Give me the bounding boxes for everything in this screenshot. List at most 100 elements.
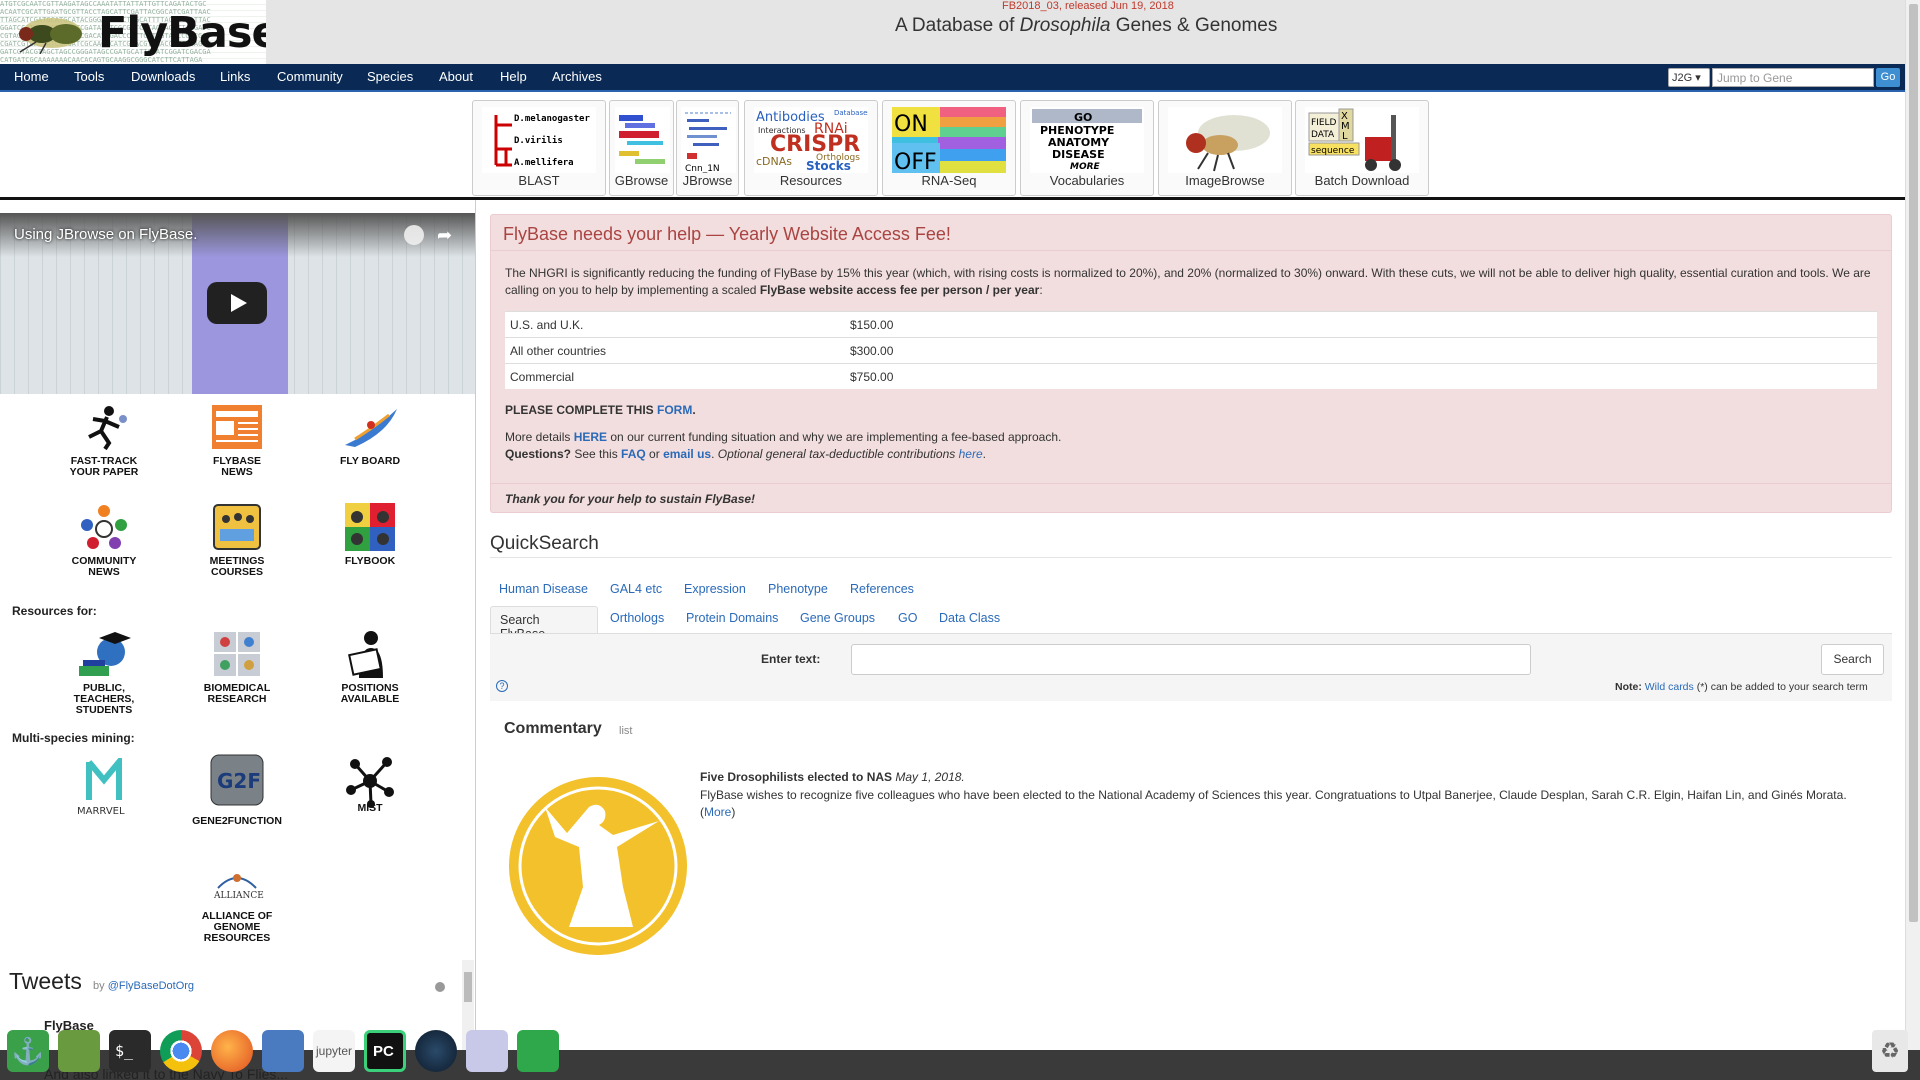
jump-to-gene-input[interactable]: Jump to Gene — [1712, 68, 1874, 87]
q-or: or — [645, 447, 664, 461]
nav-species[interactable]: Species — [367, 69, 413, 84]
play-button-icon[interactable] — [207, 282, 267, 324]
tile-flybase-news[interactable]: FLYBASE NEWS — [170, 403, 304, 478]
tab-orthologs[interactable]: Orthologs — [610, 611, 664, 625]
page-scrollbar[interactable] — [1905, 0, 1920, 1050]
alliance-logo-text: ALLIANCE — [213, 891, 264, 901]
tab-phenotype[interactable]: Phenotype — [768, 582, 828, 596]
nav-help[interactable]: Help — [500, 69, 527, 84]
tile-community-news[interactable]: COMMUNITY NEWS — [37, 503, 171, 578]
steam-icon[interactable] — [415, 1030, 457, 1072]
tile-mist[interactable]: MIST — [303, 754, 437, 814]
tile-alliance[interactable]: ALLIANCE ALLIANCE OF GENOME RESOURCES — [170, 866, 304, 944]
nav-community[interactable]: Community — [277, 69, 343, 84]
tab-gene-groups[interactable]: Gene Groups — [800, 611, 875, 625]
tool-blast[interactable]: D.melanogaster D.virilis A.mellifera BLA… — [472, 100, 606, 196]
tab-references[interactable]: References — [850, 582, 914, 596]
email-us-link[interactable]: email us — [663, 447, 711, 461]
tab-search-flybase[interactable]: Search FlyBase — [490, 606, 598, 641]
tweets-handle-link[interactable]: @FlyBaseDotOrg — [108, 980, 194, 992]
jbrowse-gene-text: Cnn_1N — [685, 164, 720, 173]
tab-data-class[interactable]: Data Class — [939, 611, 1000, 625]
tool-resources[interactable]: Antibodies Databases Interactions RNAi C… — [744, 100, 878, 196]
files-icon[interactable] — [58, 1030, 100, 1072]
chrome-icon[interactable] — [160, 1030, 202, 1072]
tile-fast-track[interactable]: FAST-TRACK YOUR PAPER — [37, 403, 171, 478]
nav-links[interactable]: Links — [220, 69, 250, 84]
tool-rnaseq[interactable]: ON OFF RNA-Seq — [882, 100, 1016, 196]
left-panel-divider — [475, 200, 476, 1080]
fee-amount: $300.00 — [850, 344, 894, 358]
news-headline: Five Drosophilists elected to NAS May 1,… — [700, 770, 965, 784]
tile-biomedical-research[interactable]: BIOMEDICAL RESEARCH — [170, 630, 304, 705]
contributions-here-link[interactable]: here — [959, 447, 983, 461]
help-icon[interactable]: ? — [496, 680, 508, 692]
tool-gbrowse[interactable]: GBrowse — [609, 100, 674, 196]
quicksearch-search-button[interactable]: Search — [1821, 644, 1884, 675]
tile-meetings-label: MEETINGS COURSES — [170, 556, 304, 578]
commentary-list-link[interactable]: list — [619, 725, 632, 737]
notice-p1-b: FlyBase website access fee per person / … — [759, 283, 1040, 297]
nav-tools[interactable]: Tools — [74, 69, 104, 84]
tab-expression[interactable]: Expression — [684, 582, 746, 596]
vocab-disease: DISEASE — [1052, 148, 1105, 161]
watch-later-icon[interactable] — [404, 225, 424, 245]
share-icon[interactable]: ➦ — [437, 225, 452, 246]
tile-meetings-courses[interactable]: MEETINGS COURSES — [170, 503, 304, 578]
res-word-databases: Databases — [834, 109, 868, 117]
tab-human-disease[interactable]: Human Disease — [499, 582, 588, 596]
video-title[interactable]: Using JBrowse on FlyBase. — [14, 226, 197, 243]
nav-archives[interactable]: Archives — [552, 69, 602, 84]
gbrowse-icon — [615, 107, 670, 173]
rnaseq-on-text: ON — [894, 112, 928, 137]
tool-batch-download[interactable]: FIELD DATA X M L sequence Batch Download — [1295, 100, 1429, 196]
pycharm-icon[interactable]: PC — [364, 1030, 406, 1072]
tile-gene2function[interactable]: G2F GENE2FUNCTION — [170, 754, 304, 827]
jobs-icon — [348, 631, 383, 678]
tile-fly-board[interactable]: FLY BOARD — [303, 403, 437, 467]
firefox-icon[interactable] — [211, 1030, 253, 1072]
jump-to-gene-go-button[interactable]: Go — [1876, 68, 1900, 87]
tool-imagebrowse[interactable]: ImageBrowse — [1158, 100, 1292, 196]
j2g-select[interactable]: J2G ▾ — [1668, 68, 1710, 87]
flybase-logo[interactable]: ATGTCGCAATCGTTAAGATAGCCAAATATTATTATTGTTC… — [0, 0, 266, 64]
tile-public-teachers-students[interactable]: PUBLIC, TEACHERS, STUDENTS — [37, 630, 171, 716]
wild-cards-link[interactable]: Wild cards — [1645, 681, 1694, 693]
faq-link[interactable]: FAQ — [621, 447, 646, 461]
trash-icon[interactable]: ♻ — [1872, 1030, 1908, 1072]
tweets-by: by @FlyBaseDotOrg — [93, 980, 194, 992]
rnaseq-off-text: OFF — [894, 150, 937, 173]
tool-jbrowse[interactable]: Cnn_1N JBrowse — [676, 100, 739, 196]
tool-vocabularies[interactable]: GO PHENOTYPE ANATOMY DISEASE MORE Vocabu… — [1020, 100, 1154, 196]
info-icon[interactable] — [435, 982, 445, 992]
tile-marrvel[interactable]: MARRVEL — [37, 753, 171, 821]
nav-home[interactable]: Home — [14, 69, 49, 84]
terminal-icon[interactable]: $_ — [109, 1030, 151, 1072]
here-link[interactable]: HERE — [574, 430, 607, 444]
text-editor-icon[interactable] — [466, 1030, 508, 1072]
tab-go[interactable]: GO — [898, 611, 917, 625]
news-more-link[interactable]: More — [704, 805, 731, 819]
news-title: Five Drosophilists elected to NAS — [700, 770, 893, 784]
fee-row: All other countries $300.00 — [505, 337, 1877, 363]
quicksearch-input[interactable] — [851, 644, 1531, 675]
nav-about[interactable]: About — [439, 69, 473, 84]
nav-downloads[interactable]: Downloads — [131, 69, 195, 84]
youtube-video-embed[interactable]: Using JBrowse on FlyBase. ➦ — [0, 213, 475, 394]
anchor-icon[interactable]: ⚓ — [7, 1030, 49, 1072]
quicksearch-divider — [490, 557, 1892, 558]
marrvel-icon: MARRVEL — [77, 753, 125, 817]
screenshot-icon[interactable] — [262, 1030, 304, 1072]
tweets-scrollbar-thumb[interactable] — [464, 972, 472, 1002]
form-link[interactable]: FORM — [657, 403, 692, 417]
jupyter-icon[interactable]: jupyter — [313, 1030, 355, 1072]
tile-flybook[interactable]: FLYBOOK — [303, 503, 437, 567]
resources-icon: Antibodies Databases Interactions RNAi C… — [754, 107, 868, 173]
spreadsheet-icon[interactable] — [517, 1030, 559, 1072]
batch-field: FIELD — [1311, 118, 1337, 128]
tile-positions-available[interactable]: POSITIONS AVAILABLE — [303, 630, 437, 705]
page-scrollbar-thumb[interactable] — [1909, 4, 1918, 922]
tab-gal4[interactable]: GAL4 etc — [610, 582, 662, 596]
vocabularies-icon: GO PHENOTYPE ANATOMY DISEASE MORE — [1030, 107, 1144, 173]
tab-protein-domains[interactable]: Protein Domains — [686, 611, 778, 625]
